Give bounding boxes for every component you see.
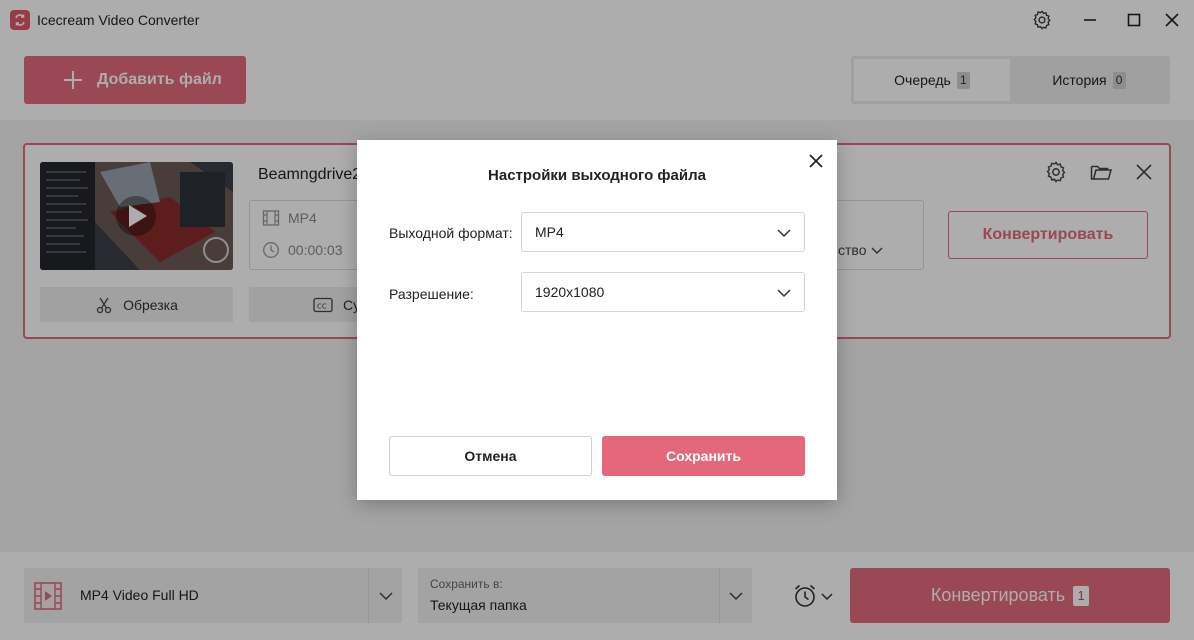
output-format-select[interactable]: MP4	[521, 212, 805, 252]
format-select-value: MP4	[535, 224, 564, 240]
chevron-down-icon	[777, 289, 791, 298]
resolution-select-value: 1920x1080	[535, 284, 605, 300]
chevron-down-icon	[777, 229, 791, 238]
format-label: Выходной формат:	[389, 225, 513, 241]
dialog-close-button[interactable]	[806, 151, 826, 171]
dialog-title: Настройки выходного файла	[488, 167, 706, 184]
close-icon	[809, 154, 823, 168]
cancel-button[interactable]: Отмена	[389, 436, 592, 476]
resolution-select[interactable]: 1920x1080	[521, 272, 805, 312]
save-button[interactable]: Сохранить	[602, 436, 805, 476]
output-settings-dialog: Настройки выходного файла Выходной форма…	[357, 140, 837, 500]
resolution-label: Разрешение:	[389, 286, 474, 302]
